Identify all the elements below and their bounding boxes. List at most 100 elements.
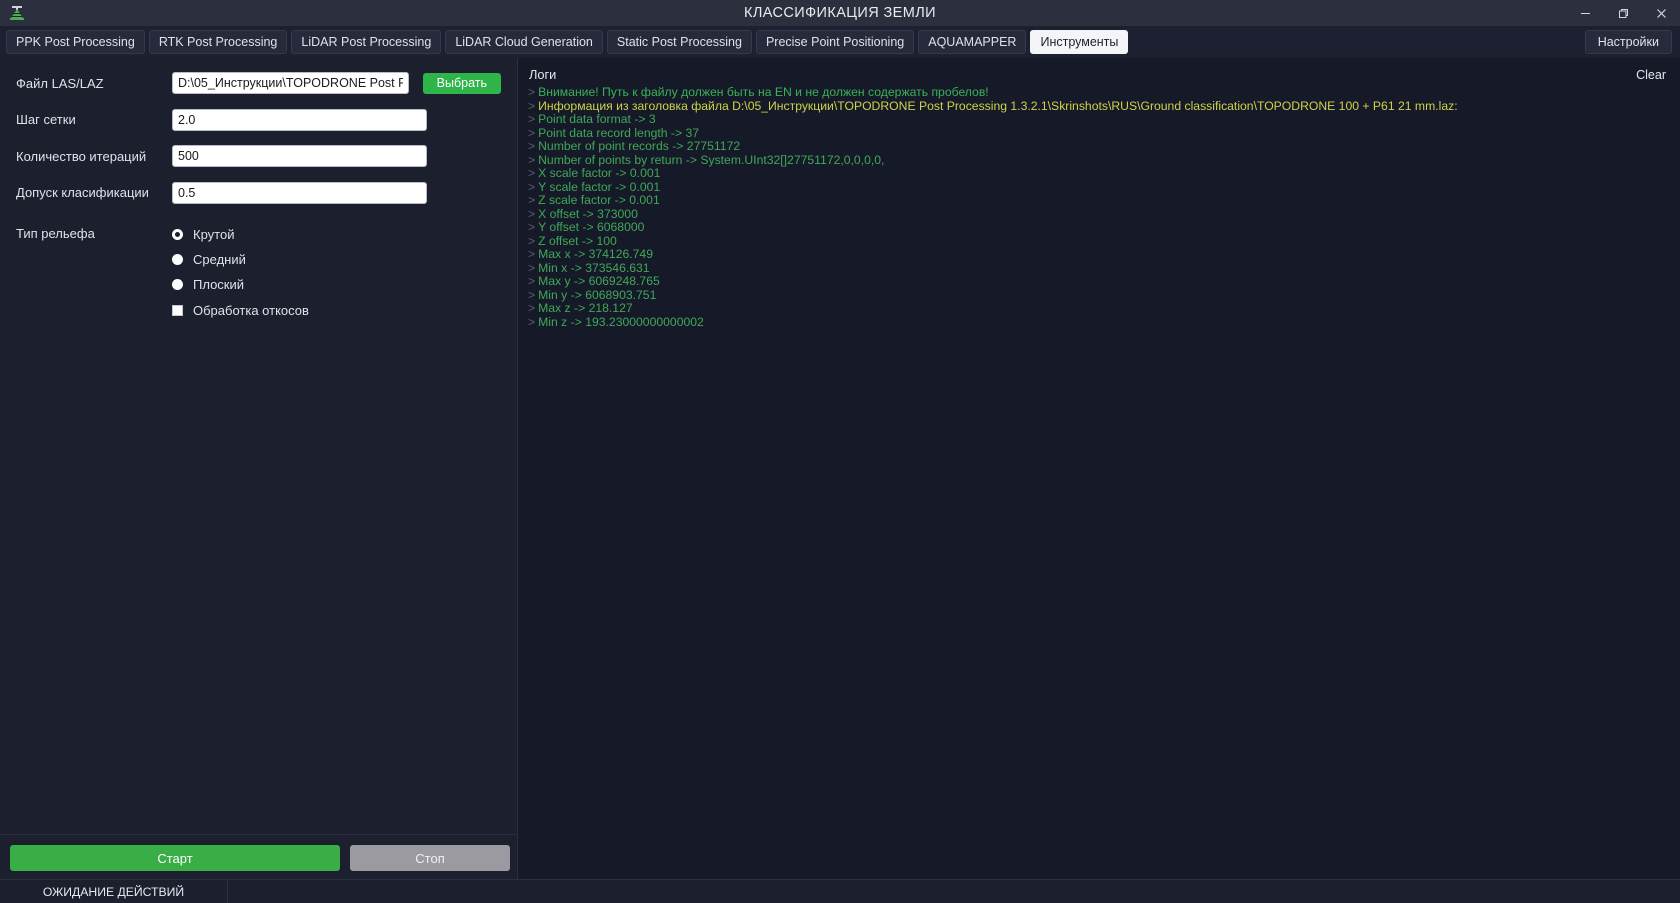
title-bar: КЛАССИФИКАЦИЯ ЗЕМЛИ: [0, 0, 1680, 26]
minimize-icon[interactable]: [1566, 0, 1604, 26]
maximize-icon[interactable]: [1604, 0, 1642, 26]
tab-ppk-post-processing[interactable]: PPK Post Processing: [6, 30, 145, 54]
log-prefix-icon: >: [528, 301, 536, 315]
radio-relief-flat[interactable]: Плоский: [172, 272, 309, 297]
radio-relief-medium[interactable]: Средний: [172, 247, 309, 272]
stop-button[interactable]: Стоп: [350, 845, 510, 871]
log-text: Y scale factor -> 0.001: [538, 179, 661, 194]
tolerance-label: Допуск класификации: [16, 185, 149, 200]
tab-bar: PPK Post Processing RTK Post Processing …: [0, 26, 1680, 58]
tab-label: AQUAMAPPER: [928, 35, 1017, 49]
file-row: Файл LAS/LAZ Выбрать: [16, 72, 501, 94]
log-text: Информация из заголовка файла D:\05_Инст…: [538, 98, 1458, 113]
log-line: > Z offset -> 100: [528, 233, 1670, 249]
log-text: Max x -> 374126.749: [538, 247, 653, 261]
log-text: Number of point records -> 27751172: [538, 139, 741, 153]
radio-relief-steep[interactable]: Крутой: [172, 222, 309, 247]
log-line: > Number of points by return -> System.UI…: [528, 153, 1670, 168]
log-prefix-icon: >: [528, 220, 536, 234]
log-text: X offset -> 373000: [538, 206, 638, 221]
tolerance-input[interactable]: [172, 181, 427, 204]
log-line: > Min y -> 6068903.751: [528, 287, 1670, 303]
log-prefix-icon: >: [528, 247, 536, 261]
checkbox-slope-processing[interactable]: Обработка откосов: [172, 298, 309, 323]
parameters-form: Файл LAS/LAZ Выбрать Шаг сетки Количеств…: [0, 58, 517, 834]
radio-icon: [172, 253, 183, 265]
browse-button[interactable]: Выбрать: [422, 72, 501, 94]
log-line: > Max x -> 374126.749: [528, 247, 1670, 262]
window-title: КЛАССИФИКАЦИЯ ЗЕМЛИ: [744, 5, 936, 21]
file-label: Файл LAS/LAZ: [16, 75, 104, 91]
iterations-label: Количество итераций: [16, 148, 147, 164]
log-line: > Min x -> 373546.631: [528, 260, 1670, 276]
radio-icon: [172, 278, 183, 290]
log-prefix-icon: >: [528, 274, 536, 288]
action-buttons: Старт Стоп: [0, 834, 517, 879]
log-line: > Point data record length -> 37: [528, 125, 1670, 141]
log-prefix-icon: >: [528, 233, 536, 248]
log-line: > Z scale factor -> 0.001: [528, 193, 1670, 208]
tab-label: LiDAR Post Processing: [301, 35, 432, 49]
window-controls: [1566, 0, 1680, 26]
log-prefix-icon: >: [528, 166, 536, 180]
iterations-input[interactable]: [172, 145, 427, 167]
logs-panel: Логи Clear > Внимание! Путь к файлу долже…: [518, 58, 1680, 879]
log-text: Внимание! Путь к файлу должен быть на EN…: [538, 86, 989, 99]
checkbox-label: Обработка откосов: [193, 302, 309, 318]
iterations-row: Количество итераций: [16, 145, 501, 167]
tab-label: RTK Post Processing: [158, 35, 278, 49]
log-prefix-icon: >: [528, 193, 536, 207]
log-line: > X offset -> 373000: [528, 206, 1670, 222]
log-line: > Max z -> 218.127: [528, 301, 1670, 316]
tolerance-row: Допуск класификации: [16, 181, 501, 204]
tab-aquamapper[interactable]: AQUAMAPPER: [918, 30, 1027, 54]
log-line: > Point data format -> 3: [528, 112, 1670, 127]
log-text: X scale factor -> 0.001: [538, 166, 661, 180]
settings-button[interactable]: Настройки: [1584, 30, 1672, 54]
grid-step-input[interactable]: [172, 108, 427, 131]
radio-label: Средний: [193, 251, 246, 267]
tab-instrumenty[interactable]: Инструменты: [1030, 30, 1129, 54]
checkbox-icon: [172, 304, 183, 316]
status-bar: ОЖИДАНИЕ ДЕЙСТВИЙ: [0, 879, 1680, 903]
clear-logs-button[interactable]: Clear: [1636, 68, 1666, 82]
tab-precise-point-positioning[interactable]: Precise Point Positioning: [755, 30, 915, 54]
tab-label: Static Post Processing: [616, 35, 742, 49]
log-line: > Y scale factor -> 0.001: [528, 179, 1670, 195]
log-line: > Информация из заголовка файла D:\05_Инс…: [528, 98, 1670, 114]
close-icon[interactable]: [1642, 0, 1680, 26]
log-line: > Number of point records -> 27751172: [528, 139, 1670, 154]
logs-output[interactable]: > Внимание! Путь к файлу должен быть на E…: [518, 86, 1680, 879]
log-prefix-icon: >: [528, 125, 536, 140]
tab-label: Инструменты: [1040, 35, 1119, 49]
log-line: > Max y -> 6069248.765: [528, 274, 1670, 289]
log-text: Point data format -> 3: [538, 112, 656, 126]
tab-rtk-post-processing[interactable]: RTK Post Processing: [148, 30, 288, 54]
log-line: > X scale factor -> 0.001: [528, 166, 1670, 181]
log-text: Z offset -> 100: [538, 233, 617, 248]
relief-type-label: Тип рельефа: [16, 225, 95, 241]
status-message: ОЖИДАНИЕ ДЕЙСТВИЙ: [0, 879, 228, 903]
log-text: Y offset -> 6068000: [538, 220, 645, 234]
tab-lidar-post-processing[interactable]: LiDAR Post Processing: [291, 30, 442, 54]
tab-lidar-cloud-generation[interactable]: LiDAR Cloud Generation: [445, 30, 603, 54]
log-prefix-icon: >: [528, 86, 536, 99]
radio-icon: [172, 228, 183, 240]
log-prefix-icon: >: [528, 179, 536, 194]
log-line: > Y offset -> 6068000: [528, 220, 1670, 235]
log-line: > Min z -> 193.23000000000002: [528, 315, 1670, 330]
log-prefix-icon: >: [528, 260, 536, 275]
log-text: Max z -> 218.127: [538, 301, 633, 315]
grid-step-row: Шаг сетки: [16, 108, 501, 131]
tab-label: LiDAR Cloud Generation: [455, 35, 593, 49]
application-window: КЛАССИФИКАЦИЯ ЗЕМЛИ PPK Post Processing …: [0, 0, 1680, 903]
radio-label: Плоский: [193, 276, 245, 292]
tab-label: Precise Point Positioning: [765, 35, 905, 49]
main-content: Файл LAS/LAZ Выбрать Шаг сетки Количеств…: [0, 58, 1680, 879]
log-text: Z scale factor -> 0.001: [538, 193, 660, 207]
start-button[interactable]: Старт: [10, 845, 340, 871]
tab-static-post-processing[interactable]: Static Post Processing: [606, 30, 752, 54]
log-text: Min y -> 6068903.751: [538, 287, 657, 302]
relief-type-group: Крутой Средний Плоский Обработка откосов: [172, 222, 309, 323]
file-path-input[interactable]: [172, 72, 409, 94]
